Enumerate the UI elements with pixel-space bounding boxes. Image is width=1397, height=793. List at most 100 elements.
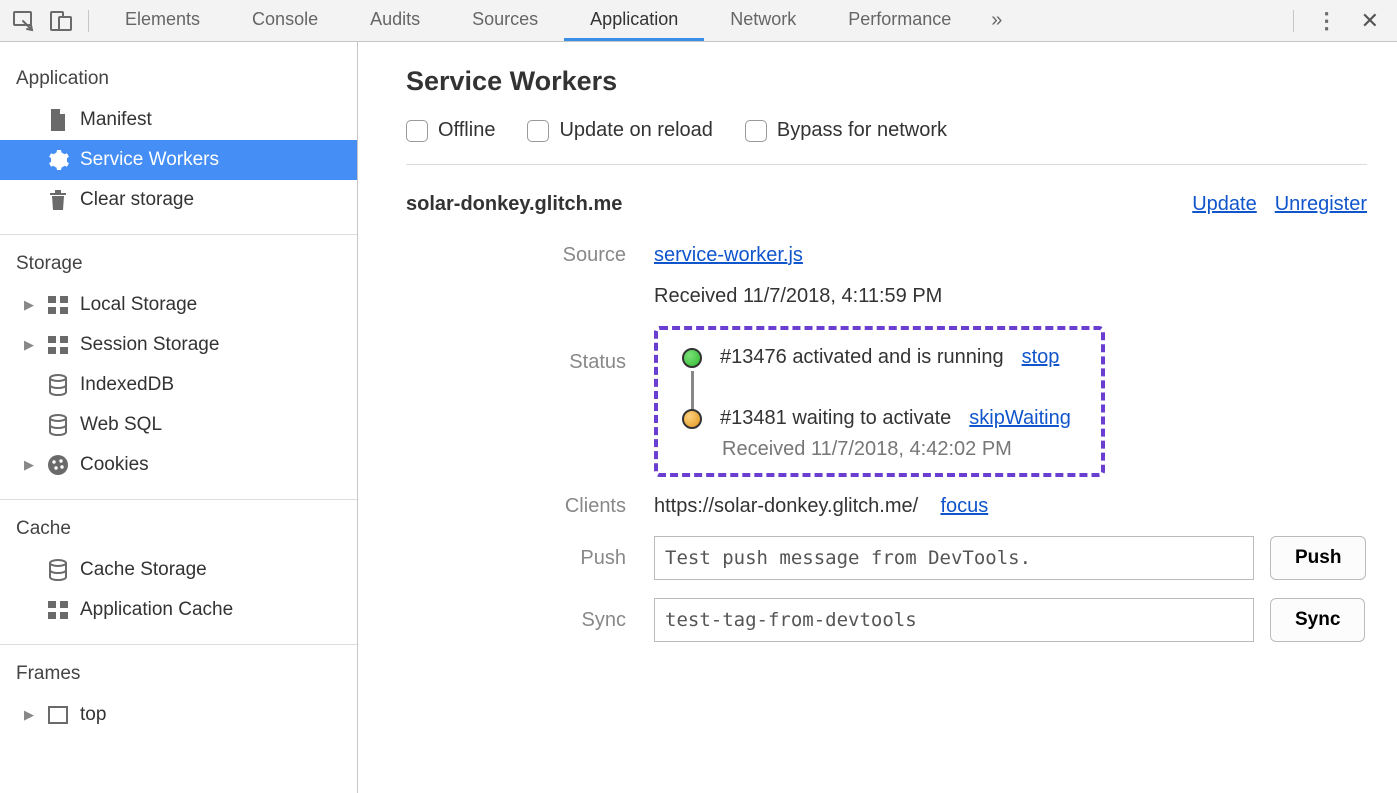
file-icon [46, 108, 70, 132]
options-row: Offline Update on reload Bypass for netw… [406, 119, 1367, 165]
checkbox-label: Bypass for network [777, 119, 947, 142]
sidebar-item-clear-storage[interactable]: Clear storage [0, 180, 357, 220]
toolbar-divider [88, 10, 89, 32]
status-active: #13476 activated and is running stop [682, 346, 1071, 369]
tab-elements[interactable]: Elements [99, 0, 226, 41]
checkbox-icon [745, 120, 767, 142]
worker-id: #13481 [720, 407, 787, 429]
origin-label: solar-donkey.glitch.me [406, 193, 622, 216]
device-toggle-icon[interactable] [44, 4, 78, 38]
sidebar-item-session-storage[interactable]: ▶ Session Storage [0, 325, 357, 365]
stop-link[interactable]: stop [1022, 346, 1060, 369]
tab-audits[interactable]: Audits [344, 0, 446, 41]
sidebar-item-label: Manifest [80, 109, 152, 131]
main: Application Manifest Service Workers Cle… [0, 42, 1397, 793]
focus-link[interactable]: focus [940, 495, 988, 517]
tabbar: Elements Console Audits Sources Applicat… [99, 0, 1283, 41]
database-icon [46, 413, 70, 437]
worker-state: waiting to activate [792, 407, 951, 429]
sidebar-item-label: Cookies [80, 454, 149, 476]
checkbox-icon [406, 120, 428, 142]
page-title: Service Workers [406, 66, 1367, 97]
sidebar-item-cache-storage[interactable]: Cache Storage [0, 550, 357, 590]
tab-application[interactable]: Application [564, 0, 704, 41]
disclosure-icon: ▶ [22, 457, 36, 473]
sidebar-section-frames: Frames [0, 647, 357, 695]
sidebar-section-cache: Cache [0, 502, 357, 550]
sidebar-item-application-cache[interactable]: Application Cache [0, 590, 357, 630]
sidebar-item-manifest[interactable]: Manifest [0, 100, 357, 140]
bypass-checkbox[interactable]: Bypass for network [745, 119, 947, 142]
tabs-overflow-icon[interactable]: » [977, 9, 1016, 32]
sidebar-section-application: Application [0, 52, 357, 100]
received-ts: 11/7/2018, 4:11:59 PM [743, 285, 942, 307]
source-received: Received 11/7/2018, 4:11:59 PM [654, 285, 1367, 308]
sidebar-item-web-sql[interactable]: Web SQL [0, 405, 357, 445]
kebab-icon[interactable]: ⋮ [1306, 8, 1343, 34]
inspect-icon[interactable] [6, 4, 40, 38]
worker-state: activated and is running [792, 346, 1003, 368]
sidebar-item-label: Cache Storage [80, 559, 207, 581]
row-label: Status [406, 351, 626, 374]
toolbar: Elements Console Audits Sources Applicat… [0, 0, 1397, 42]
toolbar-divider [1293, 10, 1294, 32]
sidebar-item-label: Local Storage [80, 294, 197, 316]
status-dot-waiting-icon [682, 409, 702, 429]
row-label: Push [406, 547, 626, 570]
grid-icon [46, 333, 70, 357]
grid-icon [46, 293, 70, 317]
unregister-link[interactable]: Unregister [1275, 193, 1367, 216]
sidebar-item-indexeddb[interactable]: IndexedDB [0, 365, 357, 405]
sidebar-item-label: top [80, 704, 106, 726]
source-row: Source service-worker.js Received 11/7/2… [406, 244, 1367, 308]
checkbox-label: Update on reload [559, 119, 712, 142]
skip-waiting-link[interactable]: skipWaiting [969, 407, 1071, 430]
disclosure-icon: ▶ [22, 337, 36, 353]
sync-button[interactable]: Sync [1270, 598, 1365, 642]
clients-row: Clients https://solar-donkey.glitch.me/ … [406, 495, 1367, 518]
update-link[interactable]: Update [1192, 193, 1257, 216]
status-row: Status #13476 activated and is running s… [406, 326, 1367, 477]
tab-network[interactable]: Network [704, 0, 822, 41]
offline-checkbox[interactable]: Offline [406, 119, 495, 142]
origin-row: solar-donkey.glitch.me Update Unregister [406, 193, 1367, 216]
received-prefix: Received [654, 285, 743, 307]
database-icon [46, 373, 70, 397]
tab-performance[interactable]: Performance [822, 0, 977, 41]
close-icon[interactable]: ✕ [1349, 8, 1391, 34]
sync-input[interactable] [654, 598, 1254, 642]
received-prefix: Received [722, 438, 811, 460]
push-button[interactable]: Push [1270, 536, 1366, 580]
trash-icon [46, 188, 70, 212]
update-on-reload-checkbox[interactable]: Update on reload [527, 119, 712, 142]
tab-console[interactable]: Console [226, 0, 344, 41]
sidebar-item-cookies[interactable]: ▶ Cookies [0, 445, 357, 485]
sidebar-item-local-storage[interactable]: ▶ Local Storage [0, 285, 357, 325]
panel: Service Workers Offline Update on reload… [358, 42, 1397, 793]
push-input[interactable] [654, 536, 1254, 580]
sidebar-section-storage: Storage [0, 237, 357, 285]
tab-sources[interactable]: Sources [446, 0, 564, 41]
received-ts: 11/7/2018, 4:42:02 PM [811, 438, 1012, 460]
sidebar-item-label: Session Storage [80, 334, 219, 356]
sidebar-item-label: Web SQL [80, 414, 162, 436]
row-label: Sync [406, 609, 626, 632]
status-dot-active-icon [682, 348, 702, 368]
row-label: Source [406, 244, 626, 267]
origin-actions: Update Unregister [1192, 193, 1367, 216]
sidebar-item-frame-top[interactable]: ▶ top [0, 695, 357, 735]
frame-icon [46, 703, 70, 727]
status-waiting: #13481 waiting to activate skipWaiting [682, 407, 1071, 430]
database-icon [46, 558, 70, 582]
disclosure-icon: ▶ [22, 297, 36, 313]
cookie-icon [46, 453, 70, 477]
checkbox-label: Offline [438, 119, 495, 142]
push-row: Push Push [406, 536, 1367, 580]
sidebar-item-service-workers[interactable]: Service Workers [0, 140, 357, 180]
sidebar-item-label: Service Workers [80, 149, 219, 171]
client-url: https://solar-donkey.glitch.me/ [654, 495, 918, 517]
gear-icon [46, 148, 70, 172]
sidebar: Application Manifest Service Workers Cle… [0, 42, 358, 793]
row-label: Clients [406, 495, 626, 518]
source-file-link[interactable]: service-worker.js [654, 244, 803, 266]
